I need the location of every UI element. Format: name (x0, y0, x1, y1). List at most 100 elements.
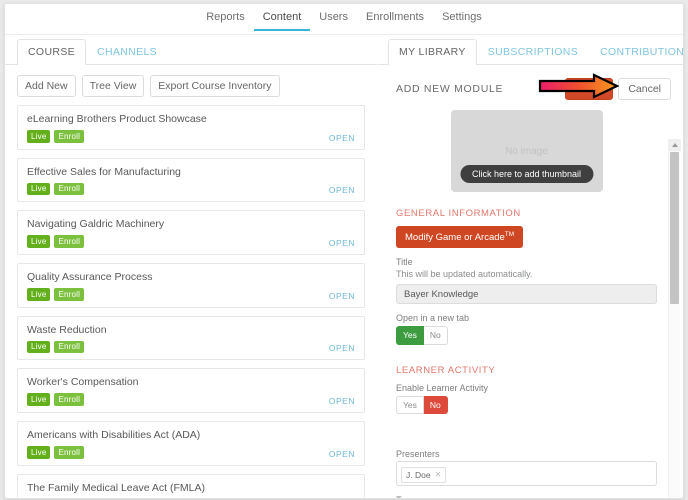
course-title: Quality Assurance Process (27, 271, 153, 284)
learner-activity-yes-option[interactable]: Yes (396, 395, 424, 415)
topnav-item-enrollments[interactable]: Enrollments (357, 4, 433, 31)
title-hint: This will be updated automatically. (396, 269, 533, 280)
tab-subscriptions[interactable]: SUBSCRIPTIONS (477, 39, 589, 65)
tab-course[interactable]: COURSE (17, 39, 87, 65)
open-course-link[interactable]: OPEN (329, 185, 355, 195)
scrollbar-thumb[interactable] (670, 152, 679, 304)
course-badges: Live Enroll (27, 235, 355, 249)
top-navigation: Reports Content Users Enrollments Settin… (5, 4, 683, 35)
module-form: No image Click here to add thumbnail GEN… (378, 110, 683, 498)
course-panel-tabs: COURSE CHANNELS (5, 35, 377, 65)
library-panel: MY LIBRARY SUBSCRIPTIONS CONTRIBUTIONS A… (377, 35, 683, 498)
course-title: Effective Sales for Manufacturing (27, 165, 181, 178)
course-badges: Live Enroll (27, 446, 355, 459)
enable-learner-activity-label: Enable Learner Activity (396, 382, 489, 393)
course-badges: Live Enroll (27, 393, 355, 407)
open-course-link[interactable]: OPEN (329, 449, 355, 459)
status-badge-enroll: Enroll (54, 235, 85, 249)
course-title: Worker's Compensation (27, 376, 139, 389)
status-badge-enroll: Enroll (54, 446, 85, 459)
page-title: ADD NEW MODULE (396, 83, 504, 95)
course-title: The Family Medical Leave Act (FMLA) (27, 481, 205, 494)
open-new-tab-yes-option[interactable]: Yes (396, 326, 424, 345)
trademark-mark: TM (504, 231, 515, 238)
module-panel-header: ADD NEW MODULE Save Cancel (378, 65, 683, 110)
course-card[interactable]: Americans with Disabilities Act (ADA) Liv… (17, 421, 365, 466)
tab-contributions[interactable]: CONTRIBUTIONS (589, 39, 683, 65)
learner-activity-heading: LEARNER ACTIVITY (396, 364, 496, 376)
topnav-item-content[interactable]: Content (253, 4, 311, 31)
status-badge-enroll: Enroll (54, 182, 85, 196)
status-badge-enroll: Enroll (54, 130, 85, 143)
cancel-button[interactable]: Cancel (618, 78, 671, 100)
status-badge-live: Live (27, 446, 51, 459)
course-badges: Live Enroll (27, 130, 355, 143)
export-course-inventory-button[interactable]: Export Course Inventory (150, 75, 280, 97)
module-form-scrollbar[interactable] (668, 139, 681, 498)
library-panel-tabs: MY LIBRARY SUBSCRIPTIONS CONTRIBUTIONS (378, 35, 683, 65)
course-card[interactable]: The Family Medical Leave Act (FMLA)LiveE… (17, 473, 365, 498)
status-badge-live: Live (27, 235, 51, 249)
topnav-item-reports[interactable]: Reports (197, 4, 254, 31)
course-card[interactable]: Worker's Compensation Live Enroll OPEN (17, 368, 365, 414)
open-course-link[interactable]: OPEN (329, 133, 355, 143)
open-course-link[interactable]: OPEN (329, 291, 355, 301)
course-list: eLearning Brothers Product Showcase Live E… (5, 105, 377, 498)
learner-activity-no-option[interactable]: No (423, 395, 448, 415)
add-thumbnail-button[interactable]: Click here to add thumbnail (459, 165, 594, 183)
open-course-link[interactable]: OPEN (329, 238, 355, 248)
remove-presenter-icon[interactable]: ✕ (435, 470, 442, 479)
status-badge-live: Live (27, 288, 51, 301)
presenter-chip-label: J. Doe (406, 469, 431, 480)
course-card[interactable]: eLearning Brothers Product Showcase Live E… (17, 105, 365, 150)
status-badge-live: Live (27, 340, 51, 354)
presenters-label: Presenters (396, 449, 440, 460)
course-title: Navigating Galdric Machinery (27, 218, 165, 231)
tags-label: Tags (396, 495, 657, 498)
course-title: Americans with Disabilities Act (ADA) (27, 429, 201, 442)
course-card[interactable]: Navigating Galdric Machinery Live Enroll OP… (17, 210, 365, 256)
app-window: Reports Content Users Enrollments Settin… (4, 3, 684, 499)
status-badge-live: Live (27, 393, 51, 407)
thumbnail-area: No image Click here to add thumbnail (396, 110, 657, 192)
status-badge-enroll: Enroll (54, 340, 85, 354)
course-badges: Live Enroll (27, 182, 355, 196)
scroll-up-arrow-icon[interactable] (669, 139, 681, 151)
topnav-item-settings[interactable]: Settings (433, 4, 491, 31)
open-course-link[interactable]: OPEN (329, 343, 355, 353)
tree-view-button[interactable]: Tree View (81, 75, 145, 97)
open-in-new-tab-toggle: Yes No (396, 326, 657, 345)
thumbnail-placeholder[interactable]: No image Click here to add thumbnail (450, 110, 603, 192)
enable-learner-activity-toggle: Yes No (396, 395, 657, 415)
course-card[interactable]: Effective Sales for Manufacturing Live Enr… (17, 157, 365, 203)
tab-channels[interactable]: CHANNELS (86, 39, 168, 65)
course-card[interactable]: Quality Assurance Process Live Enroll OPEN (17, 263, 365, 308)
modify-button-label: Modify Game or Arcade (405, 232, 505, 244)
course-card[interactable]: Waste Reduction Live Enroll OPEN (17, 315, 365, 361)
presenter-chip[interactable]: J. Doe ✕ (401, 467, 447, 483)
course-panel: COURSE CHANNELS Add New Tree View Export… (5, 35, 377, 498)
main-columns: COURSE CHANNELS Add New Tree View Export… (5, 35, 683, 498)
open-course-link[interactable]: OPEN (329, 396, 355, 406)
course-badges: Live Enroll (27, 340, 355, 354)
no-image-label: No image (505, 145, 548, 157)
tab-my-library[interactable]: MY LIBRARY (388, 39, 477, 65)
course-badges: Live Enroll (27, 288, 355, 301)
title-input[interactable]: Bayer Knowledge (396, 284, 657, 305)
modify-game-or-arcade-button[interactable]: Modify Game or ArcadeTM (396, 226, 524, 249)
course-title: eLearning Brothers Product Showcase (27, 113, 207, 125)
status-badge-live: Live (27, 130, 51, 143)
presenters-input[interactable]: J. Doe ✕ (396, 461, 657, 487)
course-title: Waste Reduction (27, 323, 107, 336)
topnav-item-users[interactable]: Users (310, 4, 357, 31)
course-toolbar: Add New Tree View Export Course Inventor… (5, 65, 377, 105)
form-spacer (396, 414, 657, 440)
title-label: Title (396, 257, 413, 268)
add-new-button[interactable]: Add New (17, 75, 76, 97)
general-information-heading: GENERAL INFORMATION (396, 208, 521, 219)
open-new-tab-no-option[interactable]: No (423, 326, 448, 345)
open-in-new-tab-label: Open in a new tab (396, 313, 470, 324)
status-badge-enroll: Enroll (54, 288, 85, 301)
status-badge-live: Live (27, 182, 51, 196)
save-button[interactable]: Save (565, 78, 614, 100)
